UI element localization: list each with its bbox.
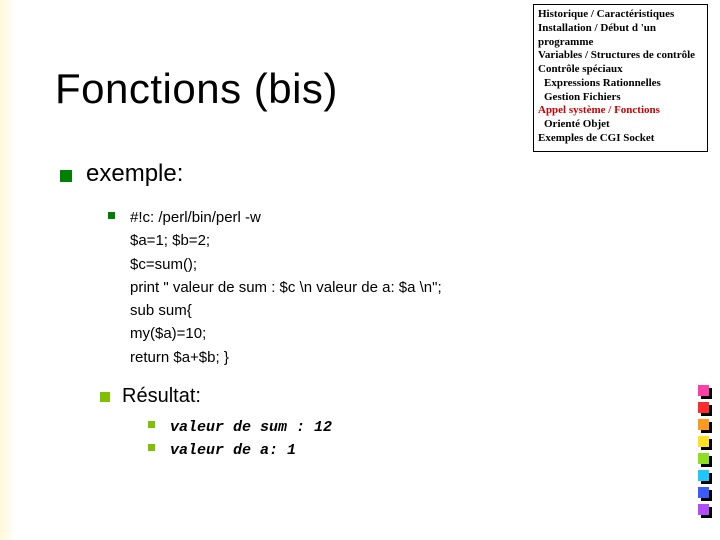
bullet-level-1: exemple: <box>60 160 620 188</box>
slide-body: exemple: #!c: /perl/bin/perl -w $a=1; $b… <box>60 160 620 462</box>
output-line: valeur de sum : 12 <box>170 416 620 439</box>
menu-item-current: Appel système / Fonctions <box>538 104 703 118</box>
code-block: #!c: /perl/bin/perl -w $a=1; $b=2; $c=su… <box>130 206 620 369</box>
code-line: sub sum{ <box>130 299 620 322</box>
output-line: valeur de a: 1 <box>170 439 620 462</box>
menu-item: Variables / Structures de contrôle <box>538 49 703 63</box>
deco-square-icon <box>698 436 712 450</box>
deco-square-icon <box>698 419 712 433</box>
code-line: return $a+$b; } <box>130 346 620 369</box>
bullet-square-icon <box>148 444 155 451</box>
menu-item: Orienté Objet <box>538 118 703 132</box>
deco-square-icon <box>698 385 712 399</box>
bullet-level-2: Résultat: <box>100 385 620 408</box>
bullet-square-icon <box>60 170 72 182</box>
output-block: valeur de sum : 12 valeur de a: 1 <box>170 416 620 463</box>
code-text: #!c: /perl/bin/perl -w <box>130 209 261 226</box>
slide-title: Fonctions (bis) <box>55 65 338 113</box>
deco-square-icon <box>698 487 712 501</box>
deco-square-icon <box>698 402 712 416</box>
code-line: print " valeur de sum : $c \n valeur de … <box>130 276 620 299</box>
code-line: my($a)=10; <box>130 322 620 345</box>
deco-square-icon <box>698 504 712 518</box>
output-text: valeur de sum : 12 <box>170 419 332 436</box>
menu-item: Installation / Début d 'un programme <box>538 22 703 50</box>
bullet-square-icon <box>148 421 155 428</box>
menu-item: Gestion Fichiers <box>538 91 703 105</box>
output-text: valeur de a: 1 <box>170 442 296 459</box>
outline-menu: Historique / Caractéristiques Installati… <box>533 4 708 152</box>
bullet-square-icon <box>100 392 110 402</box>
deco-square-icon <box>698 453 712 467</box>
code-line: #!c: /perl/bin/perl -w <box>130 206 620 229</box>
code-line: $a=1; $b=2; <box>130 229 620 252</box>
section-heading: Résultat: <box>122 385 201 408</box>
menu-item: Exemples de CGI Socket <box>538 132 703 146</box>
deco-square-icon <box>698 470 712 484</box>
slide-left-edge <box>0 0 16 540</box>
code-line: $c=sum(); <box>130 253 620 276</box>
section-heading: exemple: <box>86 160 183 188</box>
menu-item: Historique / Caractéristiques <box>538 8 703 22</box>
menu-item: Contrôle spéciaux <box>538 63 703 77</box>
menu-item: Expressions Rationnelles <box>538 77 703 91</box>
bullet-square-icon <box>108 212 115 219</box>
corner-decoration <box>698 385 712 518</box>
